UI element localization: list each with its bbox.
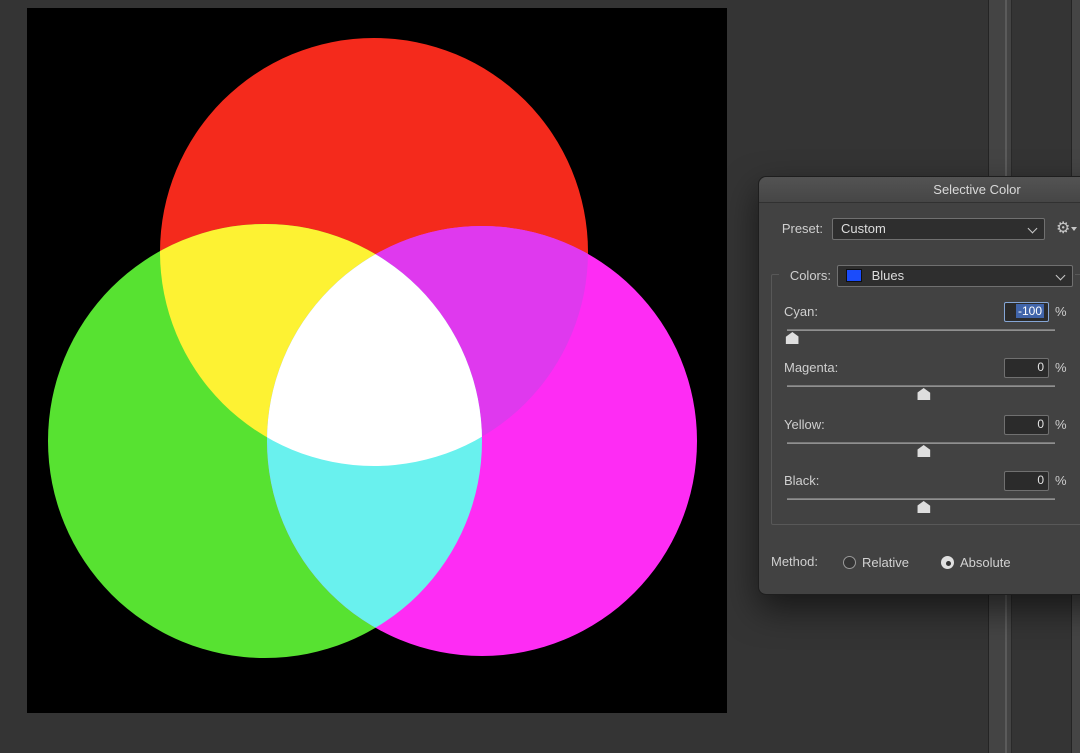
dialog-titlebar[interactable]: Selective Color bbox=[759, 177, 1080, 203]
black-label: Black: bbox=[784, 471, 819, 491]
radio-absolute[interactable] bbox=[941, 556, 954, 569]
slider-row-yellow: Yellow: 0 % bbox=[759, 415, 1080, 463]
selective-color-dialog: Selective Color Preset: Custom ⚙ Colors:… bbox=[758, 176, 1080, 595]
slider-row-magenta: Magenta: 0 % bbox=[759, 358, 1080, 406]
colors-value: Blues bbox=[872, 268, 905, 283]
yellow-slider-thumb[interactable] bbox=[917, 445, 930, 457]
colors-row: Colors: Blues bbox=[779, 263, 1075, 289]
gear-icon[interactable]: ⚙ bbox=[1056, 218, 1077, 240]
yellow-label: Yellow: bbox=[784, 415, 825, 435]
document-canvas[interactable] bbox=[27, 8, 727, 713]
magenta-value-field[interactable]: 0 bbox=[1004, 358, 1049, 378]
yellow-value-field[interactable]: 0 bbox=[1004, 415, 1049, 435]
magenta-slider-track[interactable] bbox=[787, 385, 1055, 387]
colors-dropdown[interactable]: Blues bbox=[837, 265, 1073, 287]
colors-swatch bbox=[846, 269, 862, 282]
cyan-slider-thumb[interactable] bbox=[786, 332, 799, 344]
chevron-down-icon bbox=[1056, 271, 1066, 281]
cyan-value-field[interactable]: -100 bbox=[1004, 302, 1049, 322]
preset-value: Custom bbox=[841, 221, 886, 236]
yellow-value: 0 bbox=[1037, 417, 1044, 431]
black-value-field[interactable]: 0 bbox=[1004, 471, 1049, 491]
cyan-label: Cyan: bbox=[784, 302, 818, 322]
gear-caret-icon bbox=[1071, 227, 1077, 231]
rgb-venn-diagram bbox=[27, 8, 727, 713]
radio-absolute-label: Absolute bbox=[960, 555, 1011, 570]
preset-row: Preset: Custom ⚙ bbox=[759, 217, 1080, 241]
method-label: Method: bbox=[771, 552, 818, 572]
dialog-title: Selective Color bbox=[933, 182, 1020, 197]
radio-relative-label: Relative bbox=[862, 555, 909, 570]
chevron-down-icon bbox=[1028, 224, 1038, 234]
method-row: Method: Relative Absolute bbox=[771, 552, 1080, 572]
percent-label: % bbox=[1055, 358, 1067, 378]
cyan-slider-track[interactable] bbox=[787, 329, 1055, 331]
preset-dropdown[interactable]: Custom bbox=[832, 218, 1045, 240]
cyan-value: -100 bbox=[1016, 304, 1044, 318]
magenta-label: Magenta: bbox=[784, 358, 838, 378]
slider-row-cyan: Cyan: -100 % bbox=[759, 302, 1080, 350]
yellow-slider-track[interactable] bbox=[787, 442, 1055, 444]
colors-label: Colors: bbox=[781, 266, 831, 286]
slider-row-black: Black: 0 % bbox=[759, 471, 1080, 519]
percent-label: % bbox=[1055, 471, 1067, 491]
black-slider-thumb[interactable] bbox=[917, 501, 930, 513]
black-value: 0 bbox=[1037, 473, 1044, 487]
black-slider-track[interactable] bbox=[787, 498, 1055, 500]
magenta-value: 0 bbox=[1037, 360, 1044, 374]
radio-relative[interactable] bbox=[843, 556, 856, 569]
percent-label: % bbox=[1055, 415, 1067, 435]
magenta-slider-thumb[interactable] bbox=[917, 388, 930, 400]
percent-label: % bbox=[1055, 302, 1067, 322]
preset-label: Preset: bbox=[759, 219, 823, 239]
